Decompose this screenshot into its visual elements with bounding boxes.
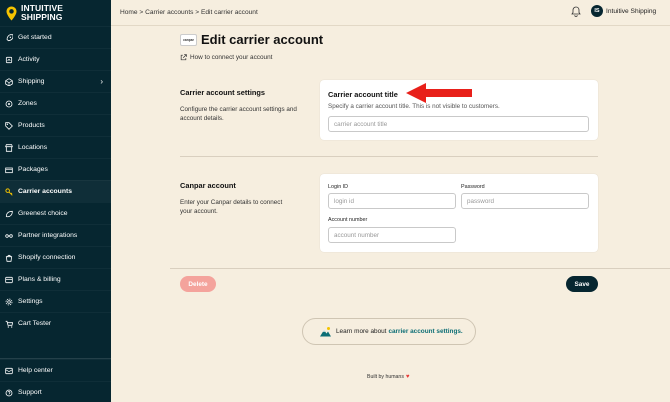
rocket-icon	[4, 33, 14, 43]
sidebar-nav: Get started Activity Shipping › Zones Product…	[0, 26, 111, 334]
box-icon	[4, 77, 14, 87]
sidebar-item-label: Activity	[18, 56, 40, 63]
section-divider	[180, 156, 598, 157]
carrier-card: Login ID login id Password password Acco…	[320, 174, 598, 252]
arrow-annotation-icon	[406, 83, 472, 103]
sidebar-item-label: Settings	[18, 298, 43, 305]
page-title: Edit carrier account	[201, 32, 324, 47]
sidebar-item-label: Locations	[18, 144, 48, 151]
sidebar-item-label: Help center	[18, 367, 53, 374]
sidebar-item-label: Greenest choice	[18, 210, 68, 217]
password-input[interactable]: password	[461, 193, 589, 209]
carrier-logo: canpar	[180, 34, 197, 46]
sidebar: INTUITIVE SHIPPING Get started Activity Sh…	[0, 0, 111, 402]
sidebar-item-get-started[interactable]: Get started	[0, 26, 111, 48]
sidebar-item-label: Carrier accounts	[18, 188, 73, 195]
settings-section-description: Configure the carrier account settings a…	[180, 106, 297, 122]
settings-section-title: Carrier account settings	[180, 88, 266, 97]
howto-link[interactable]: How to connect your account	[180, 54, 272, 61]
sidebar-item-label: Shipping	[18, 78, 45, 85]
sidebar-item-shipping[interactable]: Shipping ›	[0, 70, 111, 92]
password-label: Password	[461, 184, 485, 190]
sidebar-item-label: Partner integrations	[18, 232, 78, 239]
sidebar-item-packages[interactable]: Packages	[0, 158, 111, 180]
sidebar-item-label: Plans & billing	[18, 276, 61, 283]
carrier-section-description: Enter your Canpar details to connect you…	[180, 199, 283, 215]
help-icon	[4, 366, 14, 376]
shopify-icon	[4, 253, 14, 263]
integration-icon	[4, 231, 14, 241]
sidebar-item-label: Cart Tester	[18, 320, 52, 327]
sidebar-item-label: Zones	[18, 100, 37, 107]
cart-icon	[4, 319, 14, 329]
sidebar-item-settings[interactable]: Settings	[0, 290, 111, 312]
sidebar-bottom-nav: Help center Support	[0, 358, 111, 402]
sidebar-item-label: Packages	[18, 166, 48, 173]
sidebar-item-plans-and-billing[interactable]: Plans & billing	[0, 268, 111, 290]
leaf-icon	[4, 209, 14, 219]
sidebar-item-carrier-accounts[interactable]: Carrier accounts	[0, 180, 111, 202]
built-by-text: Built by humans	[367, 374, 404, 380]
settings-card-subtitle: Specify a carrier account title. This is…	[328, 103, 500, 110]
tag-icon	[4, 121, 14, 131]
sidebar-item-label: Get started	[18, 34, 52, 41]
user-name[interactable]: Intuitive Shipping	[606, 8, 656, 15]
sidebar-item-zones[interactable]: Zones	[0, 92, 111, 114]
top-bar: Home > Carrier accounts > Edit carrier a…	[111, 0, 670, 26]
location-pin-icon	[6, 6, 17, 20]
learn-more-text: Learn more about	[336, 328, 387, 335]
activity-icon	[4, 55, 14, 65]
account-number-input[interactable]: account number	[328, 227, 456, 243]
zones-icon	[4, 99, 14, 109]
login-id-label: Login ID	[328, 184, 349, 190]
bell-icon[interactable]	[571, 6, 581, 17]
learn-more-banner[interactable]: Learn more about carrier account setting…	[302, 318, 476, 345]
carrier-title-input[interactable]: carrier account title	[328, 116, 589, 132]
account-number-label: Account number	[328, 217, 368, 223]
save-button[interactable]: Save	[566, 276, 598, 292]
sidebar-item-help-center[interactable]: Help center	[0, 359, 111, 381]
brand-line2: SHIPPING	[21, 12, 63, 22]
sidebar-item-locations[interactable]: Locations	[0, 136, 111, 158]
sidebar-item-cart-tester[interactable]: Cart Tester	[0, 312, 111, 334]
gear-icon	[4, 297, 14, 307]
sidebar-item-support[interactable]: Support	[0, 381, 111, 402]
sidebar-item-partner-integrations[interactable]: Partner integrations	[0, 224, 111, 246]
chevron-right-icon: ›	[100, 77, 103, 86]
delete-button[interactable]: Delete	[180, 276, 216, 292]
billing-icon	[4, 275, 14, 285]
sidebar-item-products[interactable]: Products	[0, 114, 111, 136]
learn-more-link[interactable]: carrier account settings.	[388, 328, 462, 335]
sidebar-item-label: Shopify connection	[18, 254, 76, 261]
store-icon	[4, 143, 14, 153]
sidebar-item-shopify-connection[interactable]: Shopify connection	[0, 246, 111, 268]
brand-logo[interactable]: INTUITIVE SHIPPING	[6, 4, 63, 22]
login-id-input[interactable]: login id	[328, 193, 456, 209]
breadcrumb[interactable]: Home > Carrier accounts > Edit carrier a…	[120, 9, 258, 16]
sidebar-item-label: Support	[18, 389, 42, 396]
heart-icon: ♥	[405, 374, 410, 380]
key-icon	[4, 187, 14, 197]
external-link-icon	[180, 54, 187, 61]
actions-divider	[170, 268, 670, 269]
sidebar-item-label: Products	[18, 122, 45, 129]
howto-link-label: How to connect your account	[190, 54, 273, 61]
sidebar-item-greenest-choice[interactable]: Greenest choice	[0, 202, 111, 224]
sidebar-item-activity[interactable]: Activity	[0, 48, 111, 70]
built-by: Built by humans ♥	[367, 374, 409, 380]
package-icon	[4, 165, 14, 175]
mountain-icon	[320, 326, 331, 336]
settings-card-title: Carrier account title	[328, 90, 398, 99]
avatar[interactable]: IS	[591, 5, 603, 17]
support-icon	[4, 388, 14, 398]
carrier-section-title: Canpar account	[180, 181, 236, 190]
